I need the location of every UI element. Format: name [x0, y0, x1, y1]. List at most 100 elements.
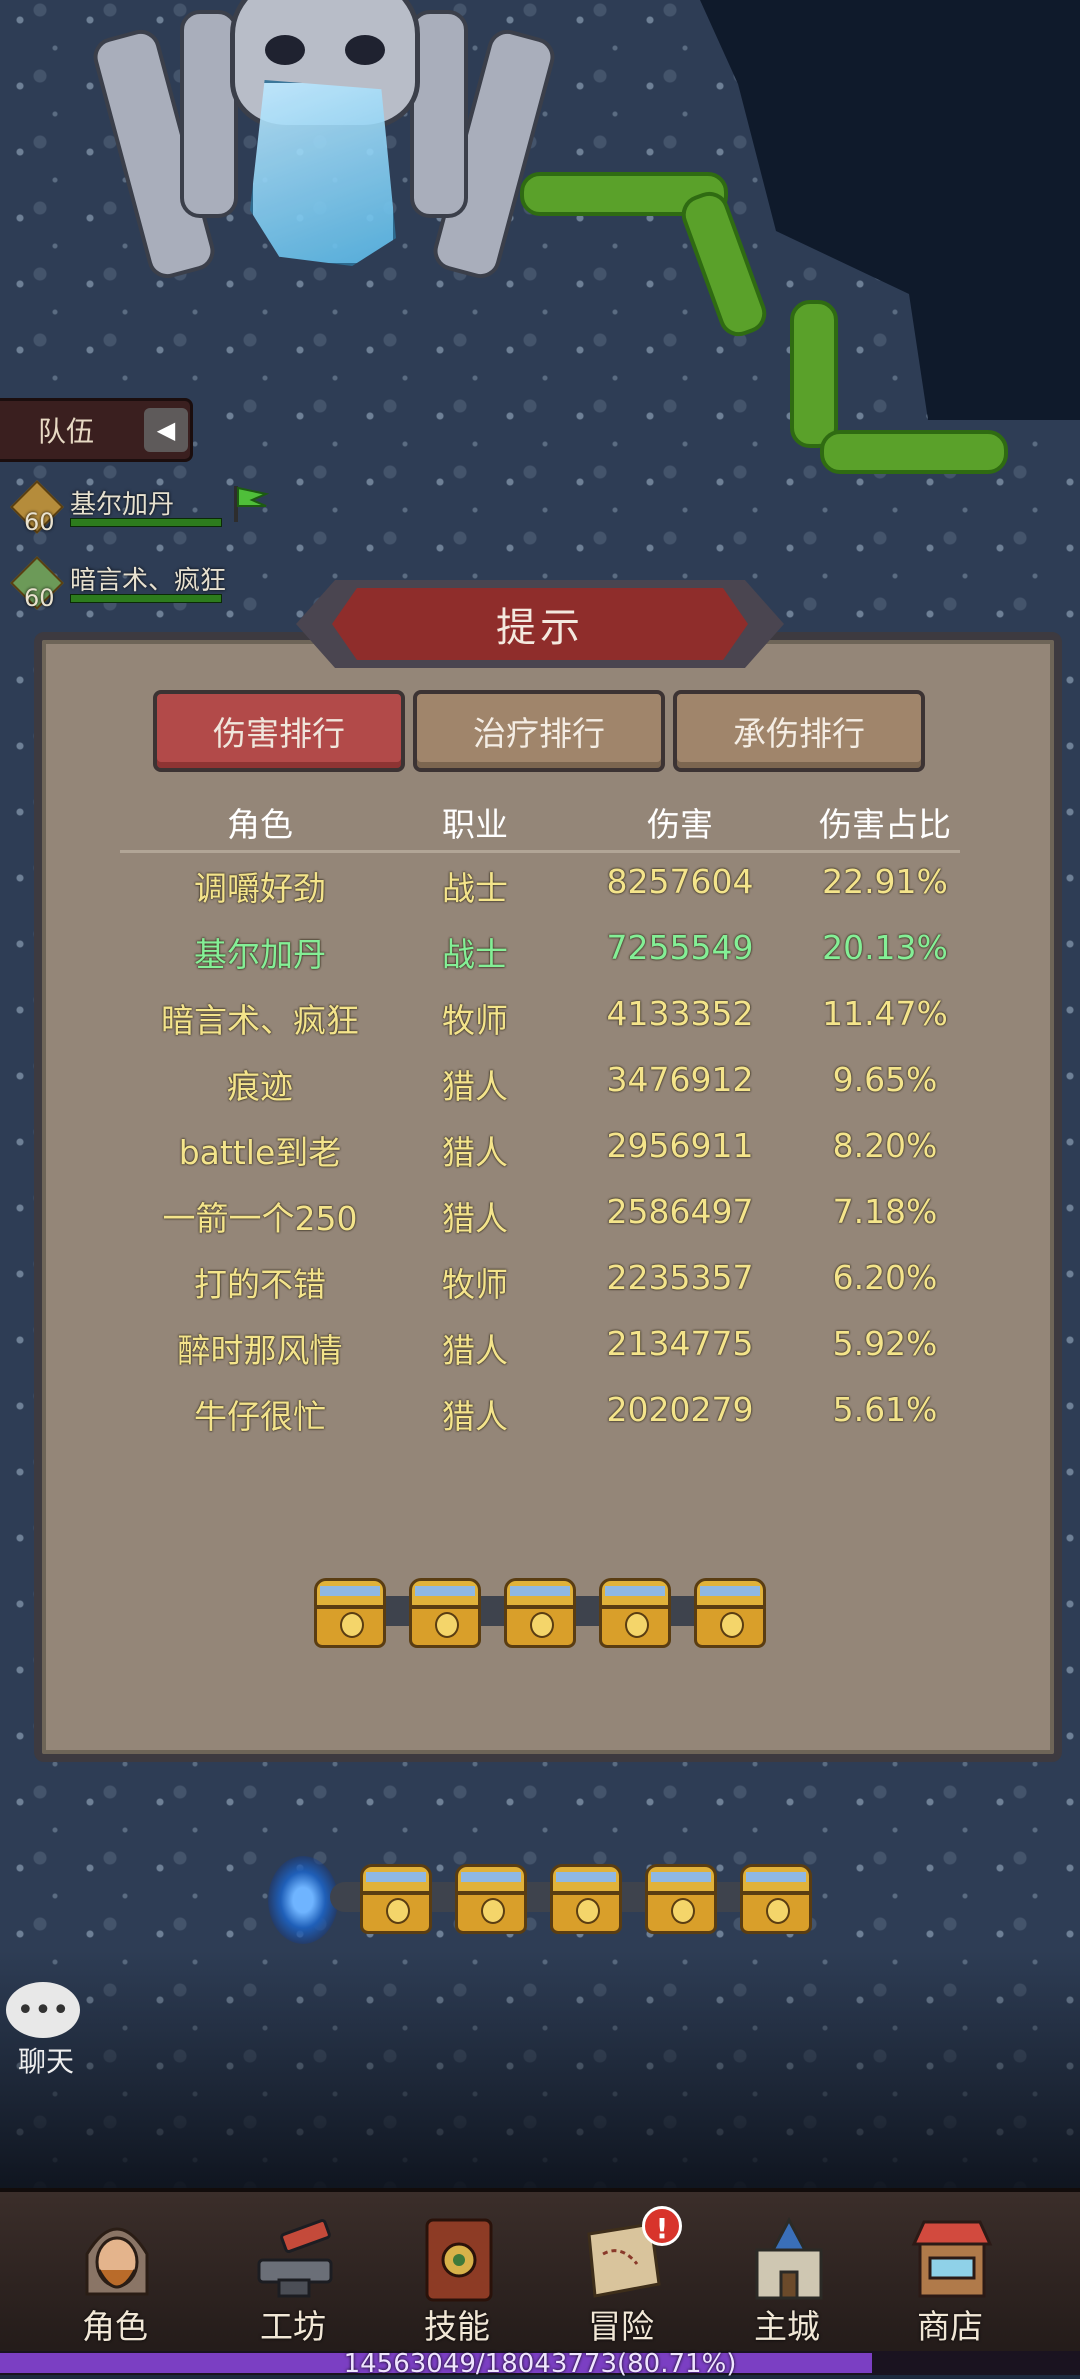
map-chest-icon[interactable] [360, 1864, 432, 1934]
ranking-row: 调嚼好劲 战士 8257604 22.91% [120, 856, 960, 922]
ranking-row: 牛仔很忙 猎人 2020279 5.61% [120, 1384, 960, 1450]
column-header-share: 伤害占比 [819, 805, 951, 844]
row-share: 9.65% [832, 1060, 938, 1099]
bottom-nav: 角色 工坊 技能 ! 冒险 主城 商店 [0, 2188, 1080, 2356]
reward-chest-icon[interactable] [599, 1578, 671, 1648]
map-chest-icon[interactable] [740, 1864, 812, 1934]
nav-shop-label: 商店 [917, 2307, 983, 2346]
spellbook-icon [425, 2218, 493, 2302]
nav-shop[interactable]: 商店 [875, 2192, 1025, 2356]
nav-main-city-label: 主城 [754, 2307, 820, 2346]
ranking-row: 基尔加丹 战士 7255549 20.13% [120, 922, 960, 988]
nav-workshop-label: 工坊 [260, 2307, 326, 2346]
member-name: 基尔加丹 [70, 490, 175, 520]
tab-healing-ranking[interactable]: 治疗排行 [413, 690, 665, 772]
ranking-row: 痕迹 猎人 3476912 9.65% [120, 1054, 960, 1120]
leader-flag-icon [234, 486, 270, 522]
row-class: 牧师 [442, 1265, 508, 1304]
member-hp-bar [70, 518, 222, 527]
reward-chest-icon[interactable] [504, 1578, 576, 1648]
map-chest-icon[interactable] [550, 1864, 622, 1934]
row-share: 8.20% [832, 1126, 938, 1165]
party-panel-tab[interactable]: 队伍 ◀ [0, 398, 193, 462]
nav-role-label: 角色 [82, 2307, 148, 2346]
member-name: 暗言术、疯狂 [70, 566, 227, 596]
member-hp-bar [70, 594, 222, 603]
chat-bubble-icon: ••• [6, 1982, 80, 2038]
row-name: 基尔加丹 [194, 935, 326, 974]
row-class: 猎人 [442, 1067, 508, 1106]
party-tab-label: 队伍 [38, 415, 95, 448]
row-share: 20.13% [822, 928, 948, 967]
anvil-hammer-icon [257, 2219, 333, 2298]
reward-chest-icon[interactable] [409, 1578, 481, 1648]
map-shadow [0, 1950, 1080, 2190]
row-class: 猎人 [442, 1199, 508, 1238]
row-share: 5.92% [832, 1324, 938, 1363]
collapse-arrow-icon[interactable]: ◀ [144, 408, 188, 452]
ranking-row: 打的不错 牧师 2235357 6.20% [120, 1252, 960, 1318]
row-damage: 2956911 [606, 1126, 754, 1165]
member-level: 60 [24, 584, 55, 612]
ranking-list[interactable]: 调嚼好劲 战士 8257604 22.91% 基尔加丹 战士 7255549 20.13% 暗言… [120, 856, 960, 1468]
row-share: 22.91% [822, 862, 948, 901]
tab-tanking-ranking[interactable]: 承伤排行 [673, 690, 925, 772]
ice-block [250, 80, 396, 266]
adventure-alert-badge: ! [642, 2206, 682, 2246]
ranking-row: 一箭一个250 猎人 2586497 7.18% [120, 1186, 960, 1252]
portal[interactable] [268, 1856, 338, 1944]
row-damage: 7255549 [606, 928, 754, 967]
grass-path [820, 430, 1008, 474]
row-share: 6.20% [832, 1258, 938, 1297]
row-name: 打的不错 [194, 1265, 326, 1304]
row-name: 醉时那风情 [177, 1331, 343, 1370]
experience-bar: 14563049/18043773(80.71%) [0, 2349, 1080, 2379]
reward-chest-icon[interactable] [694, 1578, 766, 1648]
row-damage: 2020279 [606, 1390, 754, 1429]
row-class: 猎人 [442, 1331, 508, 1370]
dialog-title-plate: 提示 [296, 580, 784, 668]
reward-chest-icon[interactable] [314, 1578, 386, 1648]
chat-label: 聊天 [17, 2045, 74, 2078]
row-class: 猎人 [442, 1397, 508, 1436]
column-header-role: 角色 [227, 805, 293, 844]
row-class: 战士 [442, 935, 508, 974]
row-name: 暗言术、疯狂 [161, 1001, 359, 1040]
map-chest-icon[interactable] [455, 1864, 527, 1934]
row-damage: 2134775 [606, 1324, 754, 1363]
ranking-row: 醉时那风情 猎人 2134775 5.92% [120, 1318, 960, 1384]
party-member[interactable]: 60 基尔加丹 [10, 480, 238, 540]
chat-button[interactable]: ••• 聊天 [6, 1982, 86, 2080]
ranking-tabs: 伤害排行 治疗排行 承伤排行 [153, 690, 925, 776]
row-share: 5.61% [832, 1390, 938, 1429]
nav-skills[interactable]: 技能 [382, 2192, 532, 2356]
hero-portrait-icon [85, 2227, 149, 2296]
row-name: 牛仔很忙 [194, 1397, 326, 1436]
row-damage: 8257604 [606, 862, 754, 901]
row-damage: 3476912 [606, 1060, 754, 1099]
grass-path [790, 300, 838, 448]
row-class: 战士 [442, 869, 508, 908]
row-name: battle到老 [178, 1133, 342, 1172]
member-level: 60 [24, 508, 55, 536]
skull-gate [89, 0, 559, 290]
row-name: 一箭一个250 [162, 1199, 358, 1238]
tab-damage-ranking[interactable]: 伤害排行 [153, 690, 405, 772]
castle-icon [755, 2216, 823, 2300]
row-damage: 2235357 [606, 1258, 754, 1297]
nav-adventure[interactable]: ! 冒险 [546, 2192, 696, 2356]
shop-stall-icon [911, 2220, 993, 2298]
row-name: 调嚼好劲 [194, 869, 326, 908]
map-chest-icon[interactable] [645, 1864, 717, 1934]
column-header-damage: 伤害 [647, 805, 713, 844]
nav-skills-label: 技能 [424, 2307, 490, 2346]
nav-workshop[interactable]: 工坊 [218, 2192, 368, 2356]
party-member[interactable]: 60 暗言术、疯狂 [10, 556, 258, 616]
row-class: 牧师 [442, 1001, 508, 1040]
row-damage: 2586497 [606, 1192, 754, 1231]
ranking-row: 暗言术、疯狂 牧师 4133352 11.47% [120, 988, 960, 1054]
nav-role[interactable]: 角色 [40, 2192, 190, 2356]
row-share: 7.18% [832, 1192, 938, 1231]
nav-main-city[interactable]: 主城 [712, 2192, 862, 2356]
table-header: 角色 职业 伤害 伤害占比 [120, 794, 960, 853]
